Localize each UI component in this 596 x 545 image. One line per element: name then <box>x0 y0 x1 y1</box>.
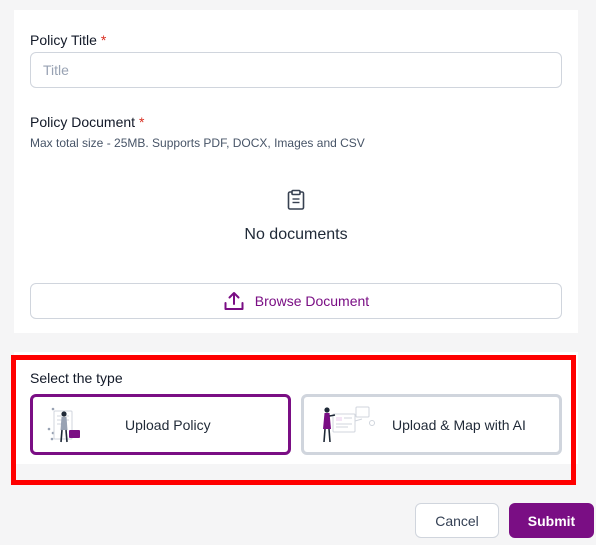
clipboard-icon <box>287 189 305 210</box>
upload-help-text: Max total size - 25MB. Supports PDF, DOC… <box>30 136 365 150</box>
upload-policy-illustration-icon <box>47 407 80 442</box>
policy-document-label-text: Policy Document <box>30 114 136 130</box>
policy-form-card: Policy Title* Policy Document* Max total… <box>14 10 578 333</box>
option-upload-policy[interactable]: Upload Policy <box>30 394 291 455</box>
upload-icon <box>224 292 244 310</box>
no-documents-text: No documents <box>244 226 348 243</box>
policy-title-input[interactable] <box>30 52 562 88</box>
policy-document-label: Policy Document * <box>30 114 145 130</box>
policy-title-label: Policy Title * <box>30 32 106 48</box>
upload-policy-label: Upload Policy <box>125 416 211 433</box>
upload-map-ai-label: Upload & Map with AI <box>392 416 526 433</box>
browse-document-label: Browse Document <box>254 293 370 309</box>
policy-title-label-text: Policy Title <box>30 32 97 48</box>
required-mark: * <box>139 114 145 130</box>
cancel-button[interactable]: Cancel <box>415 503 499 538</box>
select-type-label: Select the type <box>30 370 123 386</box>
browse-document-button[interactable]: Browse Document <box>30 283 562 319</box>
upload-map-ai-illustration-icon <box>323 406 375 442</box>
option-upload-map-ai[interactable]: Upload & Map with AI <box>301 394 562 455</box>
required-mark: * <box>100 32 107 48</box>
submit-button[interactable]: Submit <box>509 503 594 538</box>
